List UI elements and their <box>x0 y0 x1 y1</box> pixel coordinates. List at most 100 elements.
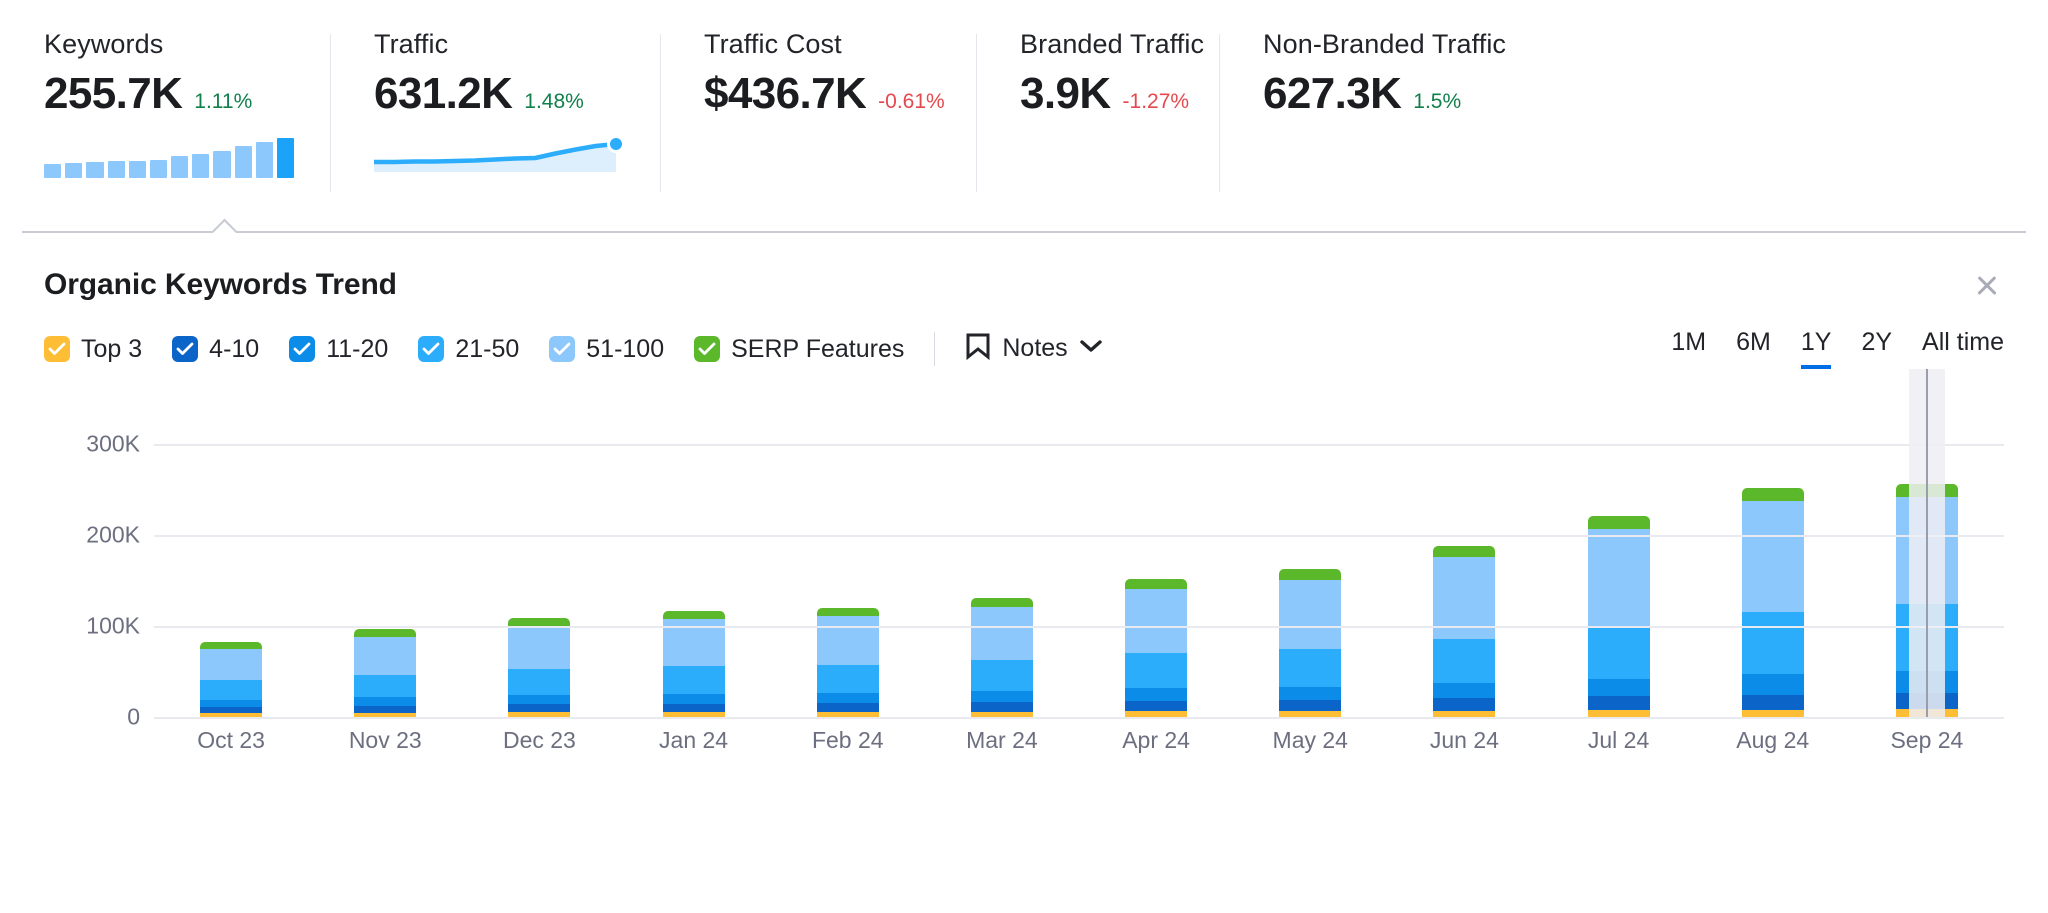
keywords-sparkline-bar <box>277 138 294 178</box>
legend-label: 51-100 <box>586 335 664 363</box>
stacked-bar[interactable] <box>354 629 416 717</box>
stacked-bar[interactable] <box>1125 579 1187 717</box>
bar-segment <box>971 598 1033 608</box>
bar-segment <box>1588 696 1650 710</box>
bar-segment <box>1433 546 1495 558</box>
legend-item-serp-features[interactable]: SERP Features <box>694 335 904 363</box>
checkbox-4-10[interactable] <box>172 336 198 362</box>
keywords-sparkline-bar <box>108 161 125 178</box>
metric-card-branded-traffic[interactable]: Branded Traffic 3.9K -1.27% <box>976 28 1219 198</box>
keywords-sparkline-bar <box>192 154 209 178</box>
bar-group[interactable] <box>771 417 925 717</box>
legend-item-51-100[interactable]: 51-100 <box>549 335 664 363</box>
notes-dropdown[interactable]: Notes <box>965 332 1102 365</box>
legend-item-top-3[interactable]: Top 3 <box>44 335 142 363</box>
metric-title: Branded Traffic <box>1020 28 1183 60</box>
stacked-bar[interactable] <box>1742 488 1804 717</box>
legend-item-4-10[interactable]: 4-10 <box>172 335 259 363</box>
metric-value-row: 627.3K 1.5% <box>1263 68 1513 120</box>
metric-card-traffic-cost[interactable]: Traffic Cost $436.7K -0.61% <box>660 28 976 198</box>
gridline <box>154 626 2004 628</box>
metric-value: 255.7K <box>44 68 182 120</box>
x-axis-tick-label: Mar 24 <box>966 727 1038 754</box>
bar-group[interactable] <box>462 417 616 717</box>
bar-segment <box>817 616 879 664</box>
y-axis-tick-label: 0 <box>127 704 140 731</box>
chevron-down-icon <box>1079 338 1103 359</box>
range-1y[interactable]: 1Y <box>1801 328 1832 369</box>
stacked-bar[interactable] <box>1433 546 1495 717</box>
keywords-sparkline-bar <box>44 164 61 178</box>
bar-segment <box>200 649 262 680</box>
metric-value: 3.9K <box>1020 68 1111 120</box>
stacked-bar[interactable] <box>1588 516 1650 717</box>
bar-segment <box>508 704 570 712</box>
legend-item-21-50[interactable]: 21-50 <box>418 335 519 363</box>
x-axis-tick-label: Apr 24 <box>1122 727 1190 754</box>
legend-label: 11-20 <box>326 335 388 363</box>
keywords-sparkline-bar <box>171 156 188 178</box>
range-6m[interactable]: 6M <box>1736 328 1771 369</box>
stacked-bar[interactable] <box>817 608 879 717</box>
x-axis-tick-label: Aug 24 <box>1736 727 1809 754</box>
x-axis-tick-label: Nov 23 <box>349 727 422 754</box>
legend-label: SERP Features <box>731 335 904 363</box>
x-axis-tick-label: May 24 <box>1273 727 1348 754</box>
range-2y[interactable]: 2Y <box>1861 328 1892 369</box>
legend-label: 21-50 <box>455 335 519 363</box>
bar-segment <box>1125 589 1187 653</box>
bar-group[interactable] <box>1079 417 1233 717</box>
metric-card-non-branded-traffic[interactable]: Non-Branded Traffic 627.3K 1.5% <box>1219 28 1549 198</box>
bar-segment <box>1588 529 1650 627</box>
stacked-bar[interactable] <box>508 618 570 717</box>
bar-segment <box>1742 710 1804 717</box>
bar-group[interactable] <box>1387 417 1541 717</box>
bar-group[interactable] <box>617 417 771 717</box>
bar-group[interactable] <box>925 417 1079 717</box>
bar-group[interactable] <box>1233 417 1387 717</box>
keywords-sparkline-bar <box>150 160 167 178</box>
bar-segment <box>354 697 416 705</box>
y-axis-tick-label: 200K <box>86 522 140 549</box>
metric-delta: -1.27% <box>1123 90 1190 114</box>
close-icon[interactable] <box>1970 268 2004 302</box>
range-all-time[interactable]: All time <box>1922 328 2004 369</box>
bar-segment <box>1279 580 1341 649</box>
metric-card-keywords[interactable]: Keywords 255.7K 1.11% <box>0 28 330 198</box>
stacked-bar[interactable] <box>200 642 262 717</box>
range-1m[interactable]: 1M <box>1671 328 1706 369</box>
bar-group[interactable] <box>1696 417 1850 717</box>
stacked-bar[interactable] <box>1279 569 1341 717</box>
bookmark-icon <box>965 332 991 365</box>
bar-segment <box>817 693 879 703</box>
bar-group[interactable] <box>1542 417 1696 717</box>
metric-value-row: $436.7K -0.61% <box>704 68 940 120</box>
bar-segment <box>508 618 570 626</box>
legend-item-11-20[interactable]: 11-20 <box>289 335 388 363</box>
bar-segment <box>1125 579 1187 589</box>
bar-segment <box>971 607 1033 660</box>
checkbox-21-50[interactable] <box>418 336 444 362</box>
metrics-bar: Keywords 255.7K 1.11% Traffic 631.2K 1.4… <box>0 0 2048 222</box>
controls-separator <box>934 332 935 366</box>
metric-delta: 1.48% <box>524 90 584 114</box>
metric-value: 631.2K <box>374 68 512 120</box>
bar-group[interactable] <box>154 417 308 717</box>
bar-segment <box>1279 649 1341 686</box>
checkbox-11-20[interactable] <box>289 336 315 362</box>
checkbox-top-3[interactable] <box>44 336 70 362</box>
divider-caret-icon <box>210 217 238 233</box>
x-axis-tick-label: Dec 23 <box>503 727 576 754</box>
checkbox-51-100[interactable] <box>549 336 575 362</box>
metric-title: Traffic Cost <box>704 28 940 60</box>
gridline <box>154 444 2004 446</box>
keywords-sparkline-bar <box>213 151 230 178</box>
checkbox-serp-features[interactable] <box>694 336 720 362</box>
bar-segment <box>1588 516 1650 529</box>
panel-header: Organic Keywords Trend <box>22 242 2026 302</box>
bar-group[interactable] <box>308 417 462 717</box>
stacked-bar[interactable] <box>971 598 1033 717</box>
notes-label: Notes <box>1002 334 1067 363</box>
metric-card-traffic[interactable]: Traffic 631.2K 1.48% <box>330 28 660 198</box>
traffic-sparkline <box>374 132 624 177</box>
